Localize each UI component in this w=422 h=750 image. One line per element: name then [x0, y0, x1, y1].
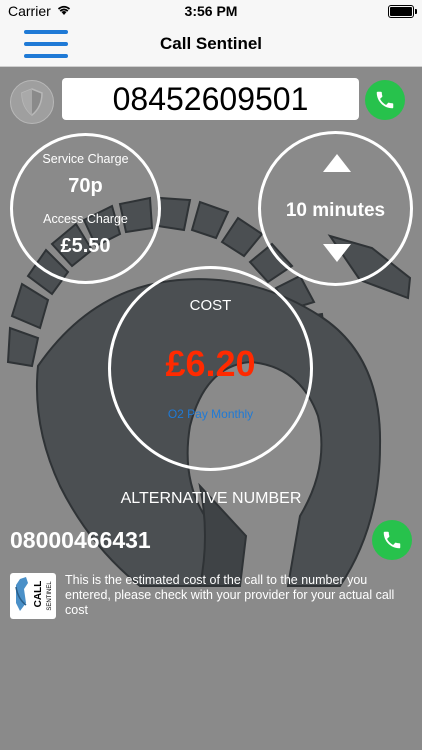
charges-circle: Service Charge 70p Access Charge £5.50: [10, 133, 161, 284]
call-sentinel-logo: CALL SENTINEL: [10, 573, 56, 619]
clock: 3:56 PM: [184, 3, 238, 19]
arrow-up-icon[interactable]: [323, 154, 351, 177]
alternative-number: 08000466431: [10, 527, 151, 553]
cost-label: COST: [189, 297, 232, 314]
phone-number-input[interactable]: 08452609501: [62, 78, 359, 120]
cost-circle: COST £6.20 O2 Pay Monthly: [108, 266, 313, 471]
phone-icon: [376, 91, 394, 109]
nav-bar: Call Sentinel: [0, 22, 422, 67]
duration-value: 10 minutes: [285, 200, 386, 221]
status-bar: Carrier 3:56 PM: [0, 0, 422, 22]
service-charge-label: Service Charge: [42, 152, 129, 166]
duration-circle: 10 minutes: [258, 131, 413, 286]
alternative-number-label: ALTERNATIVE NUMBER: [120, 490, 302, 507]
shield-icon[interactable]: [10, 80, 54, 124]
battery-icon: [388, 5, 417, 18]
access-charge-label: Access Charge: [43, 212, 128, 226]
call-alternative-button[interactable]: [372, 520, 412, 560]
arrow-down-icon[interactable]: [323, 244, 351, 267]
plan-label[interactable]: O2 Pay Monthly: [111, 407, 310, 421]
disclaimer-text: This is the estimated cost of the call t…: [65, 573, 395, 617]
cost-value: £6.20: [165, 343, 256, 384]
call-button[interactable]: [365, 80, 405, 120]
page-title: Call Sentinel: [159, 34, 263, 53]
logo-text-top: CALL: [33, 581, 44, 608]
service-charge-value: 70p: [68, 175, 103, 197]
phone-icon: [383, 531, 401, 549]
logo-text-bottom: SENTINEL: [47, 581, 53, 611]
access-charge-value: £5.50: [60, 235, 111, 257]
